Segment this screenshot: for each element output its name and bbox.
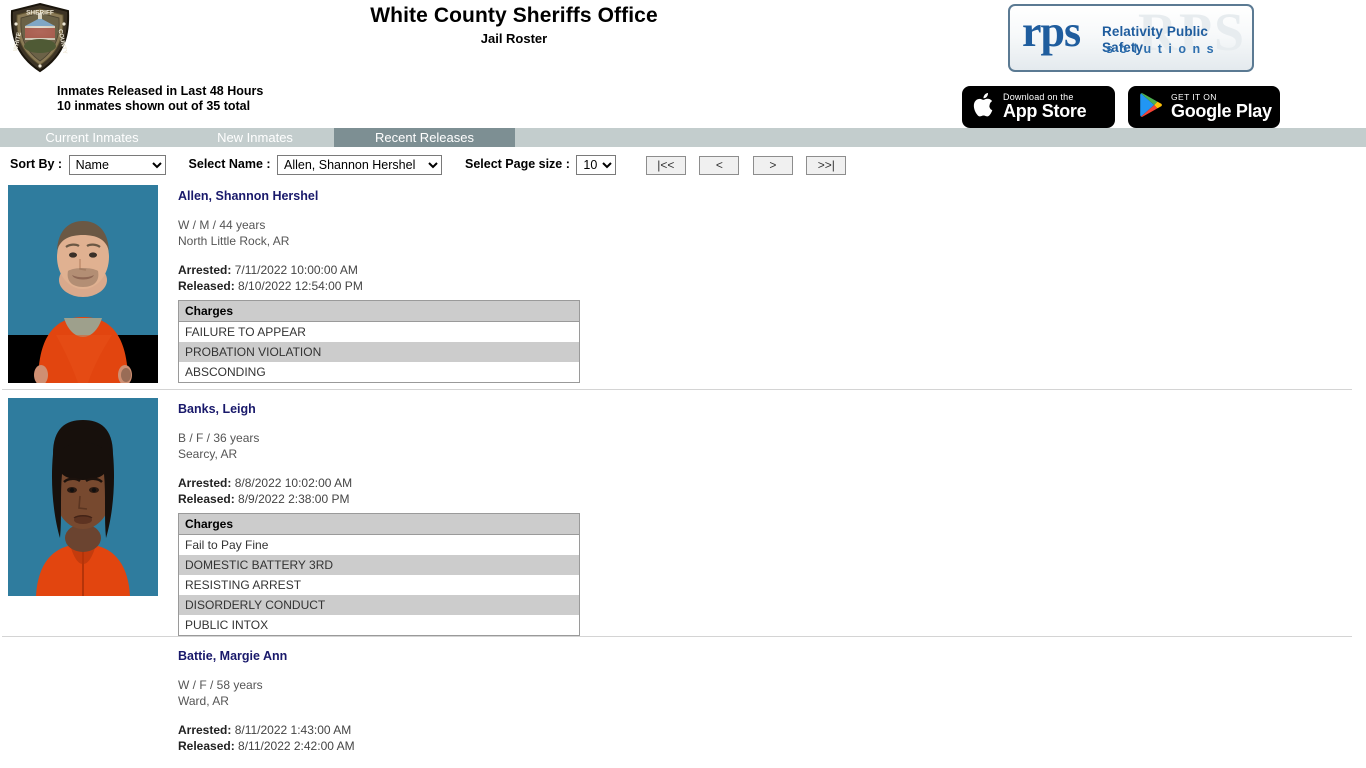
charge-cell: PUBLIC INTOX — [178, 615, 580, 636]
released-row: Released: 8/11/2022 2:42:00 AM — [178, 739, 1366, 755]
charge-cell: RESISTING ARREST — [178, 575, 580, 595]
google-play-button[interactable]: GET IT ON Google Play — [1128, 86, 1280, 128]
table-row: PROBATION VIOLATION — [178, 342, 580, 362]
tab-current-inmates[interactable]: Current Inmates — [8, 128, 176, 147]
released-label: Released: — [178, 278, 235, 293]
tab-recent-releases[interactable]: Recent Releases — [334, 128, 515, 147]
inmate-demographics: W / F / 58 years Ward, AR — [178, 678, 1366, 709]
pagination-last-button[interactable]: >>| — [806, 155, 847, 175]
app-store-button[interactable]: Download on the App Store — [962, 86, 1115, 128]
charges-header-row: Charges — [178, 513, 580, 535]
arrested-value: 8/11/2022 1:43:00 AM — [234, 723, 352, 737]
released-value: 8/10/2022 12:54:00 PM — [238, 278, 363, 293]
mugshot-photo[interactable] — [8, 398, 158, 596]
released-value: 8/11/2022 2:42:00 AM — [238, 738, 355, 753]
tab-new-inmates[interactable]: New Inmates — [176, 128, 334, 147]
released-label: Released: — [178, 738, 235, 753]
table-row: DISORDERLY CONDUCT — [178, 595, 580, 615]
table-row: DOMESTIC BATTERY 3RD — [178, 555, 580, 575]
arrested-row: Arrested: 8/8/2022 10:02:00 AM — [178, 476, 1366, 492]
inmate-record: Battie, Margie Ann W / F / 58 years Ward… — [0, 637, 1366, 754]
charges-column-header: Charges — [178, 513, 580, 535]
released-row: Released: 8/10/2022 12:54:00 PM — [178, 279, 1366, 295]
inmate-details: Allen, Shannon Hershel W / M / 44 years … — [158, 177, 1366, 383]
select-name-label: Select Name : — [188, 157, 271, 172]
charges-header-row: Charges — [178, 300, 580, 322]
table-row: RESISTING ARREST — [178, 575, 580, 595]
charge-cell: DISORDERLY CONDUCT — [178, 595, 580, 615]
mugshot-photo[interactable] — [8, 185, 158, 383]
inmate-dates: Arrested: 8/11/2022 1:43:00 AM Released:… — [178, 723, 1366, 754]
counts-line-2: 10 inmates shown out of 35 total — [57, 99, 251, 113]
table-row: Fail to Pay Fine — [178, 534, 580, 555]
inmate-name-link[interactable]: Battie, Margie Ann — [178, 649, 287, 664]
released-row: Released: 8/9/2022 2:38:00 PM — [178, 492, 1366, 508]
inmate-race-sex-age: B / F / 36 years — [178, 431, 260, 445]
inmate-city: Searcy, AR — [178, 446, 238, 461]
charges-table: Charges FAILURE TO APPEAR PROBATION VIOL… — [178, 300, 580, 383]
inmate-name-link[interactable]: Banks, Leigh — [178, 402, 256, 417]
pagination-first-button[interactable]: |<< — [645, 155, 686, 175]
sort-by-label: Sort By : — [10, 157, 63, 172]
inmate-list: Allen, Shannon Hershel W / M / 44 years … — [0, 177, 1366, 754]
app-store-big-label: App Store — [1003, 101, 1087, 122]
arrested-label: Arrested: — [178, 476, 232, 490]
inmate-city: Ward, AR — [178, 693, 229, 708]
charge-cell: PROBATION VIOLATION — [178, 342, 580, 362]
page-size-label: Select Page size : — [464, 157, 570, 172]
select-name-select[interactable]: Allen, Shannon Hershel — [277, 155, 443, 175]
inmate-race-sex-age: W / M / 44 years — [178, 218, 266, 232]
table-row: ABSCONDING — [178, 362, 580, 383]
rps-logo[interactable]: RPS rps Relativity Public Safety solutio… — [1008, 4, 1254, 72]
inmate-city: North Little Rock, AR — [178, 233, 290, 248]
apple-icon — [972, 91, 996, 124]
charge-cell: FAILURE TO APPEAR — [178, 321, 580, 342]
table-row: FAILURE TO APPEAR — [178, 321, 580, 342]
inmate-record: Banks, Leigh B / F / 36 years Searcy, AR… — [0, 390, 1366, 636]
google-play-big-label: Google Play — [1171, 101, 1272, 122]
rps-solutions: solutions — [1106, 42, 1221, 56]
inmate-dates: Arrested: 8/8/2022 10:02:00 AM Released:… — [178, 476, 1366, 507]
inmate-race-sex-age: W / F / 58 years — [178, 678, 263, 692]
arrested-row: Arrested: 8/11/2022 1:43:00 AM — [178, 723, 1366, 739]
inmate-details: Battie, Margie Ann W / F / 58 years Ward… — [158, 637, 1366, 754]
charge-cell: Fail to Pay Fine — [178, 534, 580, 555]
app-store-text: Download on the App Store — [1003, 92, 1087, 122]
arrested-value: 7/11/2022 10:00:00 AM — [234, 263, 358, 277]
roster-counts: Inmates Released in Last 48 Hours 10 inm… — [57, 84, 263, 114]
arrested-value: 8/8/2022 10:02:00 AM — [234, 476, 353, 490]
title-block: White County Sheriffs Office Jail Roster — [0, 4, 1028, 47]
charges-table: Charges Fail to Pay Fine DOMESTIC BATTER… — [178, 513, 580, 636]
charges-column-header: Charges — [178, 300, 580, 322]
table-row: PUBLIC INTOX — [178, 615, 580, 636]
page-header: SHERIFF WHITE COUNTY White County Sherif… — [0, 0, 1366, 128]
google-play-icon — [1138, 91, 1164, 124]
pagination-next-button[interactable]: > — [752, 155, 793, 175]
released-label: Released: — [178, 491, 235, 506]
counts-line-1: Inmates Released in Last 48 Hours — [57, 84, 264, 98]
inmate-dates: Arrested: 7/11/2022 10:00:00 AM Released… — [178, 263, 1366, 294]
pagination-prev-button[interactable]: < — [699, 155, 740, 175]
page-size-select[interactable]: 10 — [576, 155, 617, 175]
released-value: 8/9/2022 2:38:00 PM — [238, 491, 350, 506]
inmate-name-link[interactable]: Allen, Shannon Hershel — [178, 189, 318, 204]
page-title: White County Sheriffs Office — [370, 4, 658, 27]
arrested-row: Arrested: 7/11/2022 10:00:00 AM — [178, 263, 1366, 279]
arrested-label: Arrested: — [178, 263, 232, 277]
inmate-details: Banks, Leigh B / F / 36 years Searcy, AR… — [158, 390, 1366, 636]
arrested-label: Arrested: — [178, 723, 232, 737]
inmate-record: Allen, Shannon Hershel W / M / 44 years … — [0, 177, 1366, 389]
google-play-text: GET IT ON Google Play — [1171, 93, 1272, 121]
rps-wordmark: rps — [1022, 7, 1081, 56]
charge-cell: DOMESTIC BATTERY 3RD — [178, 555, 580, 575]
controls-bar: Sort By : Name Select Name : Allen, Shan… — [0, 147, 1366, 177]
inmate-demographics: B / F / 36 years Searcy, AR — [178, 431, 1366, 462]
tab-bar: Current Inmates New Inmates Recent Relea… — [0, 128, 1366, 147]
page-subtitle: Jail Roster — [480, 31, 548, 46]
charge-cell: ABSCONDING — [178, 362, 580, 383]
inmate-demographics: W / M / 44 years North Little Rock, AR — [178, 218, 1366, 249]
sort-by-select[interactable]: Name — [68, 155, 166, 175]
